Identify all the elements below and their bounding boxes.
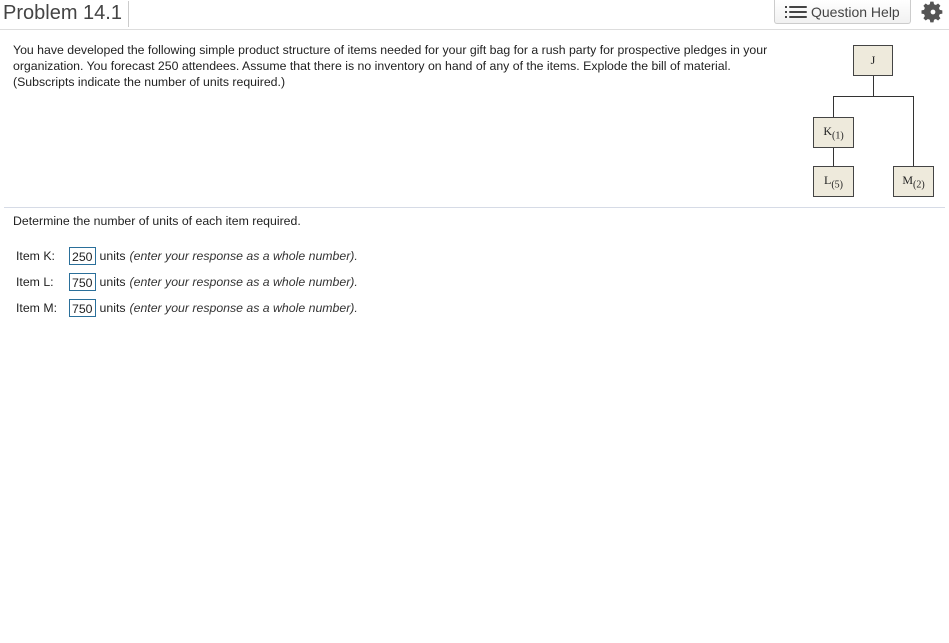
gear-icon[interactable] [921,0,945,24]
answer-row-m: Item M: 750 units (enter your response a… [16,298,358,318]
node-m-letter: M [902,173,913,187]
answer-label: Item M: [16,301,57,315]
connector-line [873,75,874,97]
connector-line [833,147,834,167]
answer-label: Item L: [16,275,54,289]
answer-hint: (enter your response as a whole number). [129,249,358,263]
node-k: K(1) [813,117,854,148]
question-help-button[interactable]: Question Help [774,0,911,24]
answer-input-m[interactable]: 750 [69,299,96,317]
answer-input-k[interactable]: 250 [69,247,96,265]
node-j: J [853,45,893,76]
answer-units: units [99,249,126,263]
header-bar: Problem 14.1 Question Help [0,0,949,30]
answer-input-l[interactable]: 750 [69,273,96,291]
answer-hint: (enter your response as a whole number). [129,301,358,315]
answer-units: units [99,275,126,289]
answer-hint: (enter your response as a whole number). [129,275,358,289]
answer-row-k: Item K: 250 units (enter your response a… [16,246,358,266]
answer-units: units [99,301,126,315]
section-divider [4,207,945,208]
problem-title: Problem 14.1 [3,1,129,27]
node-k-sub: (1) [832,130,844,142]
answer-row-l: Item L: 750 units (enter your response a… [16,272,358,292]
problem-statement: You have developed the following simple … [13,43,768,89]
question-help-label: Question Help [811,3,900,20]
question-prompt: Determine the number of units of each it… [13,214,301,228]
node-m: M(2) [893,166,934,197]
node-l: L(5) [813,166,854,197]
connector-line [833,96,834,118]
answer-label: Item K: [16,249,55,263]
node-j-label: J [870,53,876,67]
list-icon [785,5,807,18]
node-k-letter: K [823,124,832,138]
connector-line [913,96,914,167]
node-m-sub: (2) [913,179,925,191]
connector-line [833,96,914,97]
node-l-sub: (5) [831,179,843,191]
